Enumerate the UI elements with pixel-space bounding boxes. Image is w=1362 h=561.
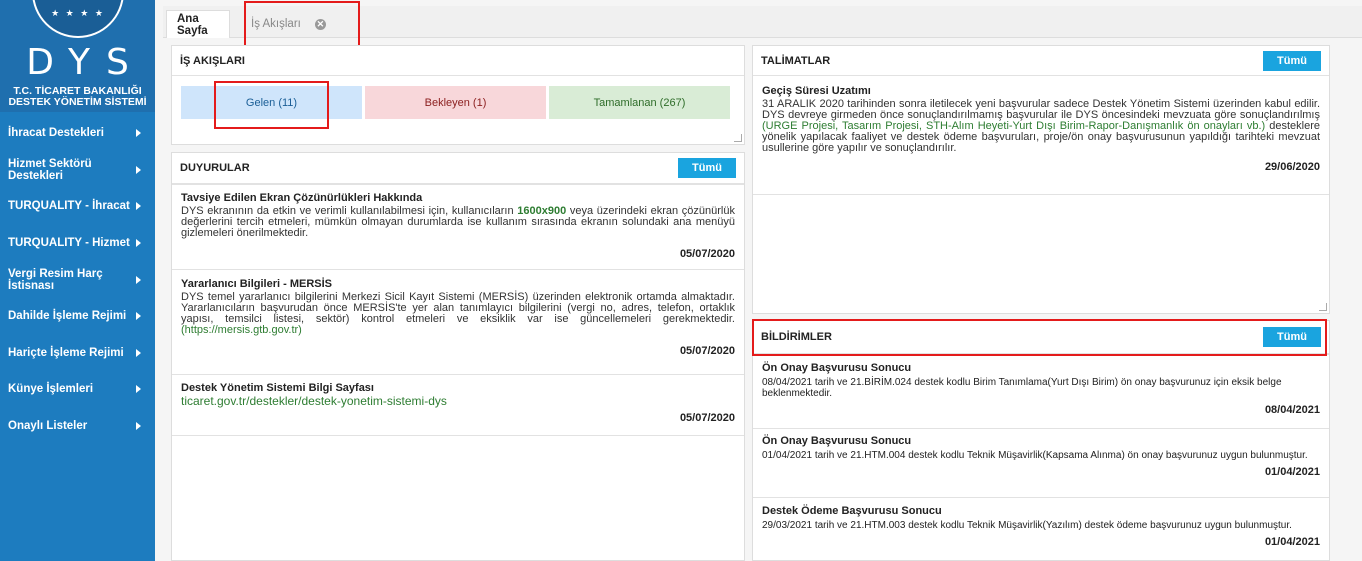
sidebar: ★ ★ ★ ★ DYS T.C. TİCARET BAKANLIĞI DESTE…	[0, 0, 155, 561]
caret-right-icon	[136, 275, 141, 284]
resize-handle-icon[interactable]	[734, 134, 742, 142]
caret-right-icon	[136, 422, 141, 431]
announcements-title: DUYURULAR	[180, 162, 250, 174]
pending-button[interactable]: Bekleyen (1)	[365, 86, 546, 119]
caret-right-icon	[136, 239, 141, 248]
caret-right-icon	[136, 312, 141, 321]
menu-item-dahilde-isleme[interactable]: Dahilde İşleme Rejimi	[0, 298, 155, 335]
ministry-emblem-icon: ★ ★ ★ ★	[32, 0, 124, 38]
mersis-link[interactable]: (https://mersis.gtb.gov.tr)	[181, 324, 302, 336]
instructions-title: TALİMATLAR	[761, 54, 831, 67]
ministry-name: T.C. TİCARET BAKANLIĞI DESTEK YÖNETİM Sİ…	[8, 85, 147, 108]
menu-item-ihracat-destekleri[interactable]: İhracat Destekleri	[0, 115, 155, 152]
caret-right-icon	[136, 165, 141, 174]
caret-right-icon	[136, 348, 141, 357]
menu-item-kunye-islemleri[interactable]: Künye İşlemleri	[0, 371, 155, 408]
announcement-item: Yararlanıcı Bilgileri - MERSİS DYS temel…	[181, 278, 735, 357]
resize-handle-icon[interactable]	[1319, 303, 1327, 311]
logo-text: DYS	[26, 42, 145, 83]
notification-item[interactable]: Ön Onay Başvurusu Sonucu 01/04/2021 tari…	[762, 436, 1320, 478]
menu-item-turquality-ihracat[interactable]: TURQUALITY - İhracat	[0, 188, 155, 225]
instruction-item: Geçiş Süresi Uzatımı 31 ARALIK 2020 tari…	[762, 85, 1321, 173]
instructions-panel: TALİMATLAR Tümü Geçiş Süresi Uzatımı 31 …	[752, 45, 1330, 314]
notifications-panel: BİLDİRİMLER Tümü Ön Onay Başvurusu Sonuc…	[752, 320, 1330, 561]
notification-item[interactable]: Destek Ödeme Başvurusu Sonucu 29/03/2021…	[762, 506, 1320, 548]
caret-right-icon	[136, 202, 141, 211]
highlight-incoming	[214, 81, 329, 129]
caret-right-icon	[136, 129, 141, 138]
completed-button[interactable]: Tamamlanan (267)	[549, 86, 730, 119]
caret-right-icon	[136, 385, 141, 394]
main-menu: İhracat Destekleri Hizmet Sektörü Destek…	[0, 115, 155, 444]
announcements-panel: DUYURULAR Tümü Tavsiye Edilen Ekran Çözü…	[171, 152, 745, 561]
menu-item-haricte-isleme[interactable]: Hariçte İşleme Rejimi	[0, 335, 155, 372]
menu-item-hizmet-sektoru[interactable]: Hizmet Sektörü Destekleri	[0, 152, 155, 189]
tab-home[interactable]: Ana Sayfa	[166, 10, 230, 38]
logo: ★ ★ ★ ★ DYS T.C. TİCARET BAKANLIĞI DESTE…	[0, 0, 155, 112]
announcements-all-button[interactable]: Tümü	[678, 158, 736, 178]
notification-item[interactable]: Ön Onay Başvurusu Sonucu 08/04/2021 tari…	[762, 363, 1320, 416]
highlight-notifications-header	[752, 319, 1327, 356]
menu-item-turquality-hizmet[interactable]: TURQUALITY - Hizmet	[0, 225, 155, 262]
highlight-tab-workflows	[244, 1, 360, 47]
workflows-title: İŞ AKIŞLARI	[180, 54, 245, 67]
menu-item-onayli-listeler[interactable]: Onaylı Listeler	[0, 408, 155, 445]
announcement-item: Destek Yönetim Sistemi Bilgi Sayfası tic…	[181, 382, 735, 424]
announcement-item: Tavsiye Edilen Ekran Çözünürlükleri Hakk…	[181, 192, 735, 260]
instructions-all-button[interactable]: Tümü	[1263, 50, 1321, 71]
menu-item-vergi-resim[interactable]: Vergi Resim Harç İstisnası	[0, 261, 155, 298]
dys-info-link[interactable]: ticaret.gov.tr/destekler/destek-yonetim-…	[181, 395, 735, 407]
